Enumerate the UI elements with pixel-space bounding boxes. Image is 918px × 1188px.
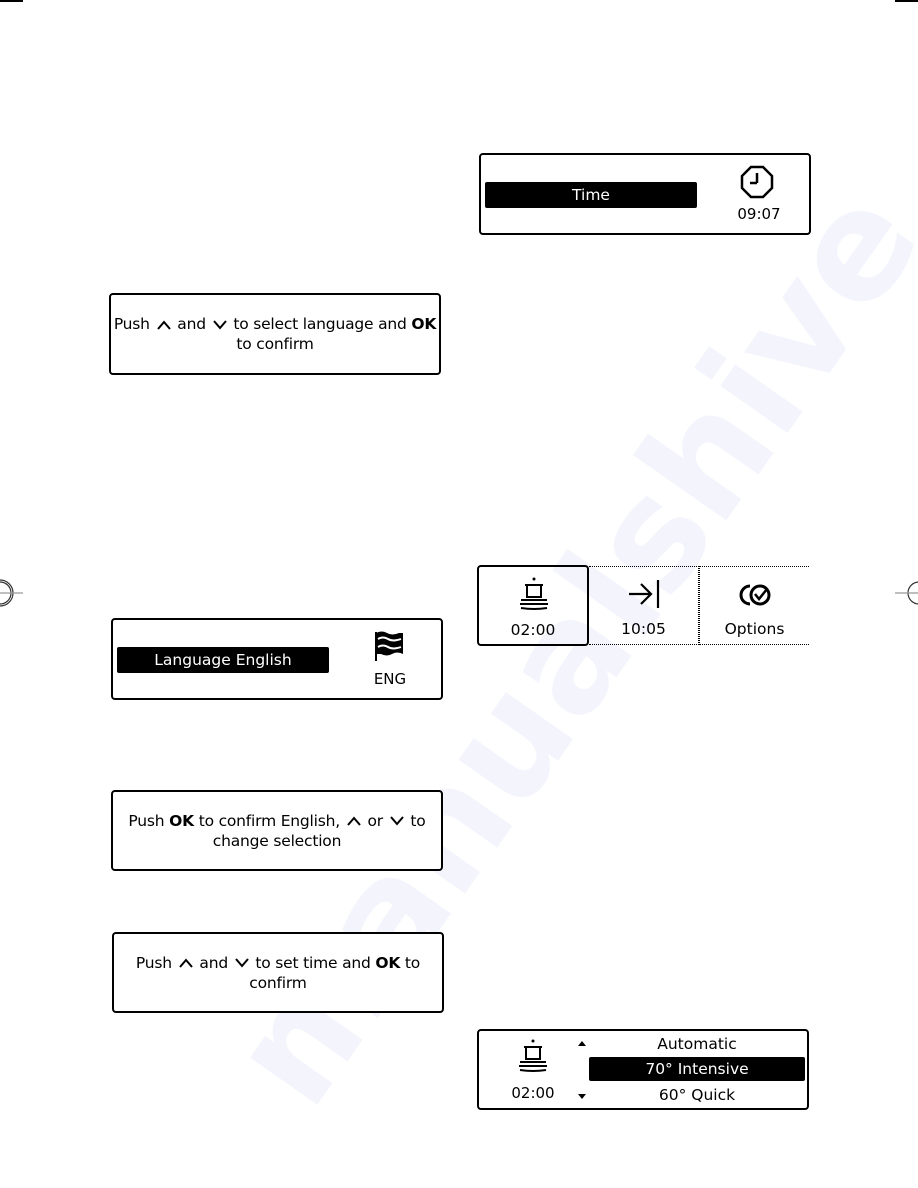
up-arrow-icon xyxy=(156,319,171,330)
time-display-panel: Time 09:07 xyxy=(479,153,811,235)
program-list-item-selected[interactable]: 70° Intensive xyxy=(589,1057,805,1081)
message-text: confirm xyxy=(249,973,307,992)
language-selected-label: Language English xyxy=(154,651,292,669)
down-arrow-icon xyxy=(212,319,227,330)
message-text: to set time and xyxy=(255,953,371,972)
menu-tile-program[interactable]: 02:00 xyxy=(477,565,589,646)
message-text: to confirm xyxy=(236,335,314,353)
message-text: to select language and xyxy=(233,315,407,333)
crop-mark-top-left xyxy=(0,0,23,2)
menu-tile-options[interactable]: Options xyxy=(699,566,809,645)
menu-tile-end-time[interactable]: 10:05 xyxy=(589,566,699,645)
scroll-down-arrow-icon[interactable] xyxy=(577,1092,587,1100)
time-selection-bar[interactable]: Time xyxy=(485,182,697,208)
program-list-panel: 02:00 Automatic 70° Intensive 60° Quick xyxy=(477,1029,809,1110)
down-arrow-icon xyxy=(234,958,249,968)
flag-icon xyxy=(375,631,403,661)
program-duration: 02:00 xyxy=(510,621,556,639)
language-display-panel: Language English ENG xyxy=(111,618,443,700)
registration-mark-right xyxy=(895,581,918,605)
message-text: Push xyxy=(113,315,150,333)
ok-key-label: OK xyxy=(411,315,437,333)
program-list-item[interactable]: Automatic xyxy=(589,1032,805,1056)
message-text: or xyxy=(367,811,383,830)
confirm-english-message-panel: Push OK to confirm English, or to change… xyxy=(111,790,443,871)
language-selection-bar[interactable]: Language English xyxy=(117,647,329,673)
message-text: and xyxy=(199,953,228,972)
end-time-arrow-icon xyxy=(629,580,660,608)
up-arrow-icon xyxy=(346,816,361,826)
message-text: and xyxy=(177,315,206,333)
message-text: change selection xyxy=(212,831,342,850)
dishwasher-program-icon xyxy=(519,1039,547,1072)
up-arrow-icon xyxy=(178,958,193,968)
message-text: to confirm English, xyxy=(198,811,341,830)
clock-icon xyxy=(740,165,774,199)
down-arrow-icon xyxy=(389,816,404,826)
end-time-value: 10:05 xyxy=(621,620,666,638)
time-selected-label: Time xyxy=(572,186,610,204)
ok-key-label: OK xyxy=(375,953,401,972)
message-text: Push xyxy=(128,811,165,830)
ok-key-label: OK xyxy=(169,811,194,830)
scroll-up-arrow-icon[interactable] xyxy=(577,1040,587,1048)
program-list-item[interactable]: 60° Quick xyxy=(589,1083,805,1107)
crop-mark-top-right xyxy=(895,0,918,2)
time-value: 09:07 xyxy=(737,205,781,223)
message-text: Push xyxy=(135,953,172,972)
options-label: Options xyxy=(724,620,785,638)
program-duration: 02:00 xyxy=(511,1084,555,1102)
set-time-message-panel: Push and to set time and OK to confirm xyxy=(112,932,444,1013)
registration-mark-left xyxy=(0,579,23,607)
message-text: to xyxy=(404,953,421,972)
select-language-message-panel: Push and to select language and OK to co… xyxy=(109,293,441,375)
main-menu: 02:00 10:05 Options xyxy=(477,565,817,647)
language-code: ENG xyxy=(373,670,407,688)
dishwasher-program-icon xyxy=(520,577,548,610)
message-text: to xyxy=(410,811,426,830)
options-check-icon xyxy=(739,584,771,606)
